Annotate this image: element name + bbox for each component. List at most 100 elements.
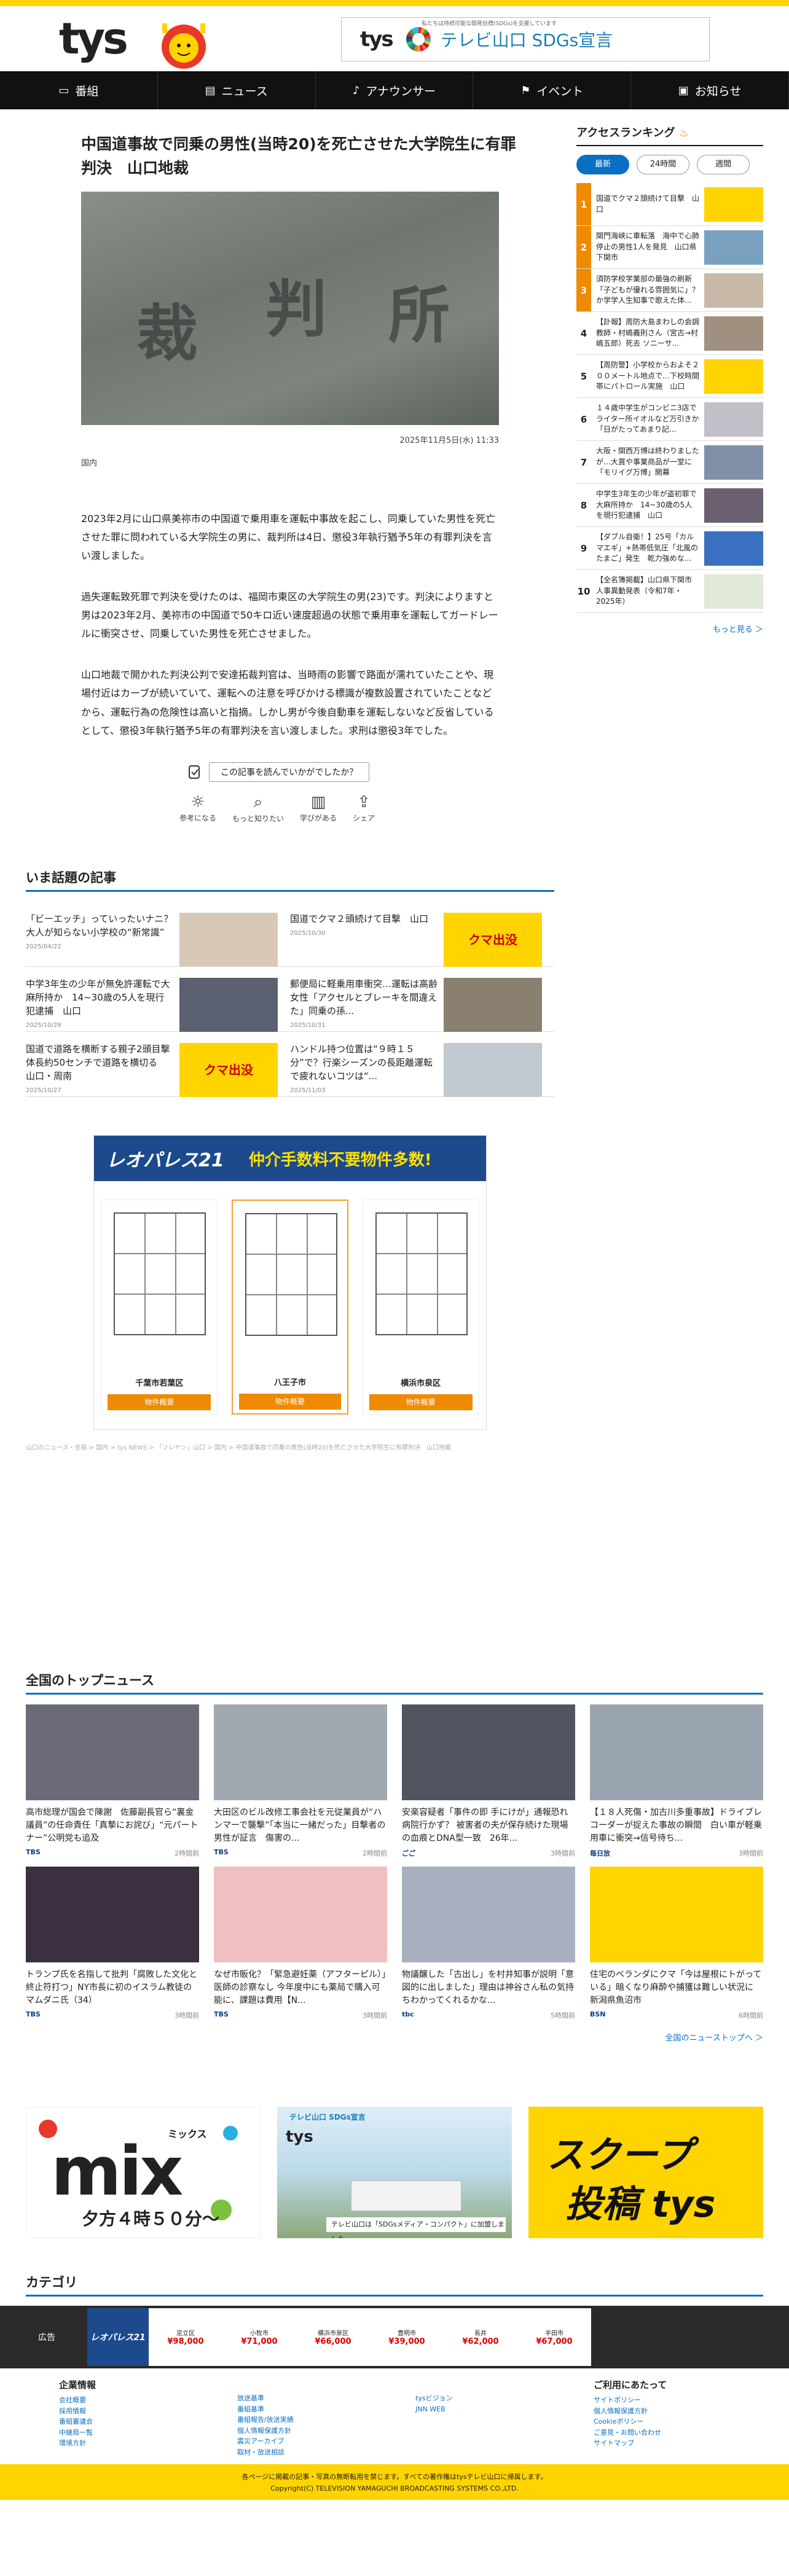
copyright-notice: 各ページに掲載の記事・写真の無断転用を禁じます。すべての著作権はtysテレビ山口… <box>241 2473 548 2481</box>
tab-24h[interactable]: 24時間 <box>637 155 689 174</box>
national-news-title: 物議醸した「古出し」を村井知事が説明「意図的に出しました」理由は神谷さん私の気持… <box>402 1970 574 2005</box>
nav-item-notices[interactable]: ▣ お知らせ <box>631 71 789 109</box>
footer-link[interactable]: Cookieポリシー <box>594 2416 772 2427</box>
sticky-ad-banner[interactable]: レオパレス21 足立区 ¥98,000 小牧市 ¥71,000 横浜市泉区 ¥66,000… <box>87 2308 591 2366</box>
article-category[interactable]: 国内 <box>81 456 554 468</box>
national-news-item[interactable]: 安楽容疑者「事件の即 手にけが」通報恐れ病院行かず？ 被害者の夫が保存続けた現場… <box>402 1704 575 1858</box>
site-logo[interactable]: tys <box>59 17 128 60</box>
ranking-item[interactable]: 9 【ダブル自衛！】25号「カルマエギ」+熱帯低気圧「北風のたまご」発生 乾力強め… <box>576 527 763 570</box>
tab-latest[interactable]: 最新 <box>576 155 629 174</box>
national-more-link[interactable]: 全国のニューストップへ ＞ <box>26 2031 763 2043</box>
ad-banner[interactable]: レオパレス21 仲介手数料不要物件多数! 千葉市若葉区 物件概要 八王子市 物件概要… <box>93 1135 487 1430</box>
hot-article-title: 国道で道路を横断する親子2頭目撃 体長約50センチで道路を横切る 山口・周南 <box>26 1044 179 1082</box>
footer-link[interactable]: サイトマップ <box>594 2438 772 2449</box>
footer-link[interactable]: 個人情報保護方針 <box>594 2406 772 2417</box>
reaction-more-button[interactable]: ⌕ もっと知りたい <box>232 793 284 824</box>
hot-article-item[interactable]: 国道で道路を横断する親子2頭目撃 体長約50センチで道路を横切る 山口・周南 20… <box>26 1032 290 1098</box>
reaction-learn-button[interactable]: ▥ 学びがある <box>300 793 337 824</box>
sdgs-tys-logo: tys <box>360 27 394 52</box>
footer-link[interactable]: 番組審議会 <box>59 2416 237 2427</box>
ranking-item[interactable]: 3 須防学校学業部の最強の刷新「子どもが優れる雰囲気に」？か学学人生知事で歌えた体… <box>576 269 763 312</box>
tab-weekly[interactable]: 週間 <box>697 155 750 174</box>
ranking-item[interactable]: 4 【訃報】周防大島まわしの会調教師・村嶋義則さん（宮古→村嶋五郎）死去 ソニーサ… <box>576 312 763 355</box>
national-news-item[interactable]: トランプ氏を名指して批判「腐敗した文化と終止符打つ」NY市長に初のイスラム教徒の… <box>26 1867 199 2020</box>
ranking-title: 【全名簿掲載】山口県下関市 人事異動発表（令和7年・2025年） <box>596 576 693 606</box>
footer-link[interactable]: 放送基準 <box>237 2393 415 2404</box>
footer-link[interactable]: 採用情報 <box>59 2406 237 2417</box>
mix-banner[interactable]: ミックス mix 夕方４時５０分～ <box>26 2107 261 2238</box>
national-news-item[interactable]: 大田区のビル改修工事会社を元従業員が“ハンマーで襲撃”「本当に一緒だった」目撃者… <box>214 1704 387 1858</box>
sticky-ad-item[interactable]: 長井 ¥62,000 <box>444 2328 517 2346</box>
ranking-item[interactable]: 10 【全名簿掲載】山口県下関市 人事異動発表（令和7年・2025年） <box>576 570 763 613</box>
ranking-item[interactable]: 6 １４歳中学生がコンビニ3店でライター所イオルなど万引きか「日がたってあまり記.… <box>576 398 763 441</box>
footer-link[interactable]: 環境方針 <box>59 2438 237 2449</box>
ad-button[interactable]: 物件概要 <box>238 1394 341 1410</box>
national-news-item[interactable]: 物議醸した「古出し」を村井知事が説明「意図的に出しました」理由は神谷さん私の気持… <box>402 1867 575 2020</box>
breadcrumb[interactable]: 山口のニュース・全般 > 国内 > tys NEWS > 「ソレヤン」山口 > … <box>26 1442 554 1451</box>
sdgs-wheel-icon <box>406 27 431 52</box>
nav-item-events[interactable]: ⚑ イベント <box>473 71 632 109</box>
ad-button[interactable]: 物件概要 <box>369 1394 473 1411</box>
hot-article-title: 中学3年生の少年が無免許運転で大麻所持か 14~30歳の5人を現行犯逮捕 山口 <box>26 978 170 1017</box>
sdgs-caption: テレビ山口 SDGs宣言 <box>289 2113 366 2121</box>
national-news-meta: 毎日放 3時間前 <box>590 1848 763 1858</box>
scoop-banner[interactable]: スクープ 投稿 tys <box>528 2107 763 2238</box>
footer-link[interactable]: 番組報告/放送実績 <box>237 2414 415 2426</box>
footer-link[interactable]: 番組基準 <box>237 2404 415 2415</box>
mascot-icon <box>162 23 206 69</box>
hot-article-date: 2025/10/29 <box>26 1021 61 1029</box>
ranking-item[interactable]: 2 関門海峡に車転落 海中で心肺停止の男性1人を発見 山口県下関市 <box>576 226 763 269</box>
hot-article-item[interactable]: 国道でクマ２頭続けて目撃 山口 2025/10/30 クマ出没 <box>290 902 554 967</box>
footer-link[interactable]: 中継局一覧 <box>59 2427 237 2438</box>
nav-item-programs[interactable]: ▭ 番組 <box>0 71 158 109</box>
ad-button[interactable]: 物件概要 <box>108 1394 211 1411</box>
nav-item-news[interactable]: ▤ ニュース <box>158 71 316 109</box>
ranking-item[interactable]: 5 【周防警】小学校からおよそ２００メートル地点で…下校時間帯にパトロール実施 山… <box>576 355 763 398</box>
national-news-item[interactable]: 住宅のベランダにクマ「今は屋根にトがっている」暗くなり麻酔や捕獲は難しい状況に … <box>590 1867 763 2020</box>
reaction-label: 参考になる <box>179 814 217 823</box>
scoop-text-2: 投稿 tys <box>565 2183 716 2226</box>
ad-tagline: 仲介手数料不要物件多数! <box>248 1150 432 1169</box>
scoop-text: スクープ <box>547 2134 693 2177</box>
sticky-ad-item[interactable]: 豊明市 ¥39,000 <box>370 2328 444 2346</box>
footer-link[interactable]: JNN WEB <box>415 2404 594 2415</box>
national-news-item[interactable]: 高市総理が国会で陳謝 佐藤副長官ら“裏金議員”の任命責任「真摯にお詫び」“元パー… <box>26 1704 199 1858</box>
hot-article-item[interactable]: 郵便局に軽乗用車衝突…運転は高齢女性「アクセルとブレーキを間違えた」同乗の孫..… <box>290 967 554 1032</box>
hot-article-item[interactable]: 中学3年生の少年が無免許運転で大麻所持か 14~30歳の5人を現行犯逮捕 山口 2… <box>26 967 290 1032</box>
hot-article-title: 国道でクマ２頭続けて目撃 山口 <box>290 913 429 925</box>
ranking-number: 4 <box>580 327 587 339</box>
footer-link[interactable]: 個人情報保護方針 <box>237 2426 415 2437</box>
ad-listing[interactable]: 八王子市 物件概要 <box>231 1200 348 1415</box>
footer-link[interactable]: 会社概要 <box>59 2395 237 2406</box>
nav-item-announcers[interactable]: ♪ アナウンサー <box>316 71 474 109</box>
reaction-share-button[interactable]: ⇪ シェア <box>353 793 375 824</box>
ranking-item[interactable]: 1 国道でクマ２頭続けて目撃 山口 <box>576 183 763 226</box>
national-news-item[interactable]: なぜ市販化？「緊急避妊薬（アフターピル）」医師の診察なし 今年度中にも薬局で購入… <box>214 1867 387 2020</box>
ad-listing[interactable]: 千葉市若葉区 物件概要 <box>101 1200 218 1415</box>
national-news-item[interactable]: 【１８人死傷・加古川多重事故】ドライブレコーダーが捉えた事故の瞬間 白い車が軽乗… <box>590 1704 763 1858</box>
reaction-helpful-button[interactable]: ☼ 参考になる <box>179 793 216 824</box>
hot-article-item[interactable]: 「ビーエッチ」っていったいナニ？大人が知らない小学校の“新常識” 2025/04/… <box>26 902 290 967</box>
ad-listing[interactable]: 横浜市泉区 物件概要 <box>362 1200 479 1415</box>
footer-heading <box>415 2378 594 2389</box>
footer-link[interactable]: tysビジョン <box>415 2393 594 2404</box>
sticky-ad-item[interactable]: 小牧市 ¥71,000 <box>222 2328 296 2346</box>
hot-article-text: 国道でクマ２頭続けて目撃 山口 2025/10/30 <box>290 913 438 959</box>
sticky-ad-item[interactable]: 横浜市泉区 ¥66,000 <box>296 2328 370 2346</box>
ranking-title: アクセスランキング <box>576 127 675 139</box>
footer-link[interactable]: 震災アーカイブ <box>237 2436 415 2447</box>
sdgs-promo-banner[interactable]: テレビ山口 SDGs宣言 tys テレビ山口は「SDGsメディア・コンパクト」に… <box>277 2107 512 2238</box>
news-source: TBS <box>214 1848 229 1856</box>
ranking-more-link[interactable]: もっと見る ＞ <box>576 623 763 634</box>
footer-link[interactable]: ご意見・お問い合わせ <box>594 2427 772 2438</box>
sticky-ad-item[interactable]: 足立区 ¥98,000 <box>149 2328 222 2346</box>
sticky-ad-item[interactable]: 半田市 ¥67,000 <box>517 2328 591 2346</box>
hot-article-thumb <box>444 978 542 1032</box>
footer-link[interactable]: サイトポリシー <box>594 2395 772 2406</box>
hot-article-item[interactable]: ハンドル持つ位置は“９時１５分”で？行楽シーズンの長距離運転で疲れないコツは“.… <box>290 1032 554 1098</box>
sdgs-banner-link[interactable]: 私たちは持続可能な開発目標(SDGs)を支援しています tys テレビ山口 SD… <box>341 17 710 61</box>
footer-link[interactable]: 取材・放送相談 <box>237 2447 415 2458</box>
ranking-item[interactable]: 8 中学生3年生の少年が盗初罪で大麻所持か 14~30歳の5人を現行犯逮捕 山口 <box>576 484 763 527</box>
ranking-item[interactable]: 7 大阪・関西万博は終わりましたが…大賞や事業商品が一堂に「モリイグ万博」開幕 <box>576 441 763 484</box>
reaction-buttons: ☼ 参考になる ⌕ もっと知りたい ▥ 学びがある ⇪ シェア <box>179 793 554 824</box>
